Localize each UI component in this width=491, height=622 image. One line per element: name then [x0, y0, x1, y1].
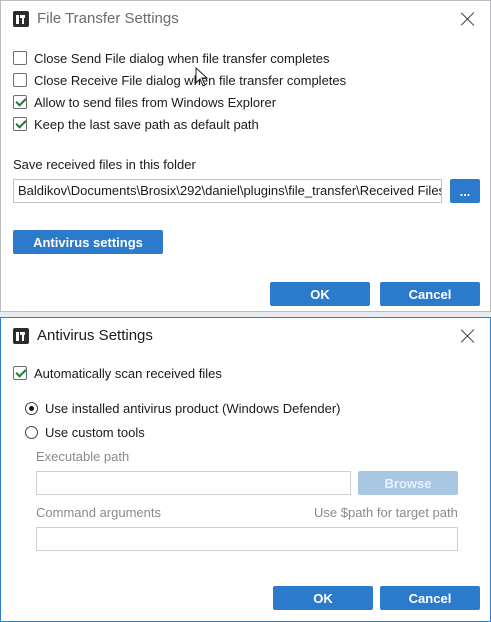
cancel-button[interactable]: Cancel — [380, 586, 480, 610]
option-label: Keep the last save path as default path — [34, 116, 259, 132]
dialog-title: Antivirus Settings — [37, 327, 153, 344]
brosix-logo-icon — [13, 11, 29, 27]
command-arguments-input[interactable] — [36, 527, 458, 551]
file-transfer-settings-dialog: File Transfer Settings Close Send File d… — [0, 0, 491, 312]
checkbox[interactable] — [13, 95, 27, 109]
option-label: Close Send File dialog when file transfe… — [34, 50, 330, 66]
option-keep-last-path[interactable]: Keep the last save path as default path — [13, 115, 259, 133]
dialog-title: File Transfer Settings — [37, 10, 179, 27]
radio-label: Use installed antivirus product (Windows… — [45, 400, 341, 416]
option-close-receive[interactable]: Close Receive File dialog when file tran… — [13, 71, 346, 89]
browse-button[interactable]: Browse — [358, 471, 458, 495]
option-close-send[interactable]: Close Send File dialog when file transfe… — [13, 49, 330, 67]
save-folder-input[interactable]: Baldikov\Documents\Brosix\292\daniel\plu… — [13, 179, 442, 203]
checkbox[interactable] — [13, 117, 27, 131]
ok-button[interactable]: OK — [273, 586, 373, 610]
checkbox[interactable] — [13, 73, 27, 87]
radio-button[interactable] — [25, 401, 38, 415]
executable-path-input[interactable] — [36, 471, 351, 495]
radio-label: Use custom tools — [45, 424, 145, 440]
executable-path-label: Executable path — [36, 449, 130, 464]
auto-scan-option[interactable]: Automatically scan received files — [13, 364, 222, 382]
checkbox[interactable] — [13, 51, 27, 65]
option-allow-explorer[interactable]: Allow to send files from Windows Explore… — [13, 93, 276, 111]
close-icon[interactable] — [460, 11, 476, 27]
radio-button[interactable] — [25, 425, 38, 439]
brosix-logo-icon — [13, 328, 29, 344]
title-bar: File Transfer Settings — [1, 1, 490, 37]
command-arguments-label: Command arguments — [36, 505, 161, 520]
close-icon[interactable] — [460, 328, 476, 344]
ok-button[interactable]: OK — [270, 282, 370, 306]
save-folder-label: Save received files in this folder — [13, 157, 196, 172]
antivirus-settings-dialog: Antivirus Settings Automatically scan re… — [0, 317, 491, 622]
title-bar: Antivirus Settings — [1, 318, 490, 354]
option-label: Allow to send files from Windows Explore… — [34, 94, 277, 110]
browse-folder-button[interactable]: ... — [450, 179, 480, 203]
cancel-button[interactable]: Cancel — [380, 282, 480, 306]
auto-scan-label: Automatically scan received files — [34, 365, 222, 381]
checkbox[interactable] — [13, 366, 27, 380]
mouse-cursor-icon — [195, 67, 209, 87]
antivirus-settings-button[interactable]: Antivirus settings — [13, 230, 163, 254]
option-label: Close Receive File dialog when file tran… — [34, 72, 347, 88]
arguments-hint: Use $path for target path — [314, 505, 458, 520]
radio-custom-tools[interactable]: Use custom tools — [25, 423, 145, 441]
radio-installed-antivirus[interactable]: Use installed antivirus product (Windows… — [25, 399, 341, 417]
